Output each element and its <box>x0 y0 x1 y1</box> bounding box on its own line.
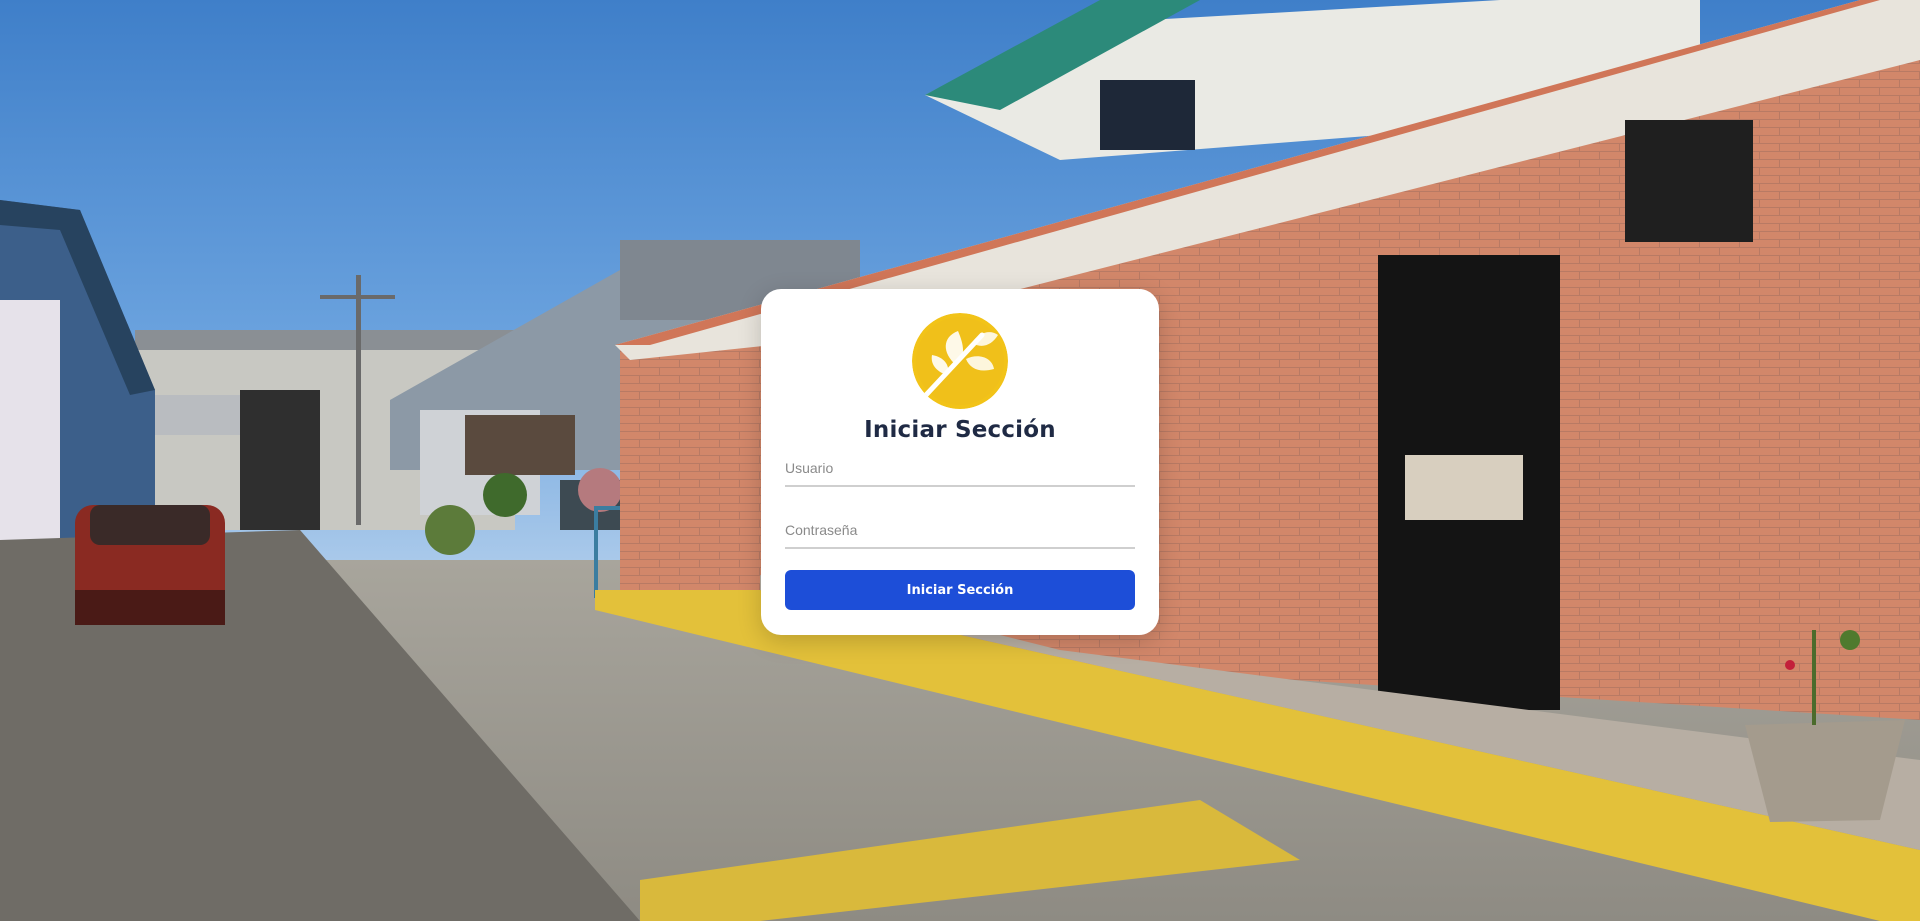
page-title: Iniciar Sección <box>864 417 1056 443</box>
leaf-logo-icon <box>912 313 1008 409</box>
login-button[interactable]: Iniciar Sección <box>785 570 1135 610</box>
username-input[interactable] <box>785 457 1135 487</box>
password-input[interactable] <box>785 519 1135 549</box>
login-card: Iniciar Sección Iniciar Sección <box>761 289 1159 635</box>
